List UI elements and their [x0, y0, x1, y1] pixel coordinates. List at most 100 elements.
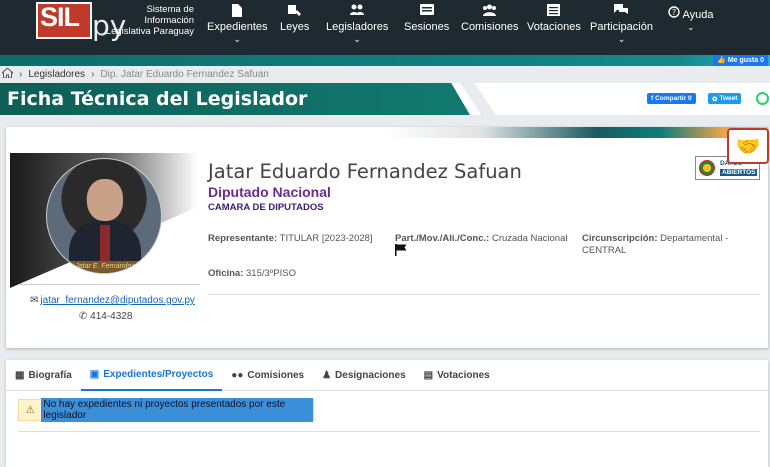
- chevron-down-icon: ⌄: [686, 22, 695, 32]
- nav-sesiones[interactable]: Sesiones: [404, 4, 449, 33]
- email-link[interactable]: ✉ jatar_fernandez@diputados.gov.py: [30, 295, 195, 306]
- nav-label: Ayuda: [682, 9, 714, 21]
- keyboard-icon: [404, 4, 449, 18]
- top-navbar: SIL py Sistema de Información Legislativ…: [0, 0, 770, 55]
- group-icon: [461, 4, 518, 18]
- facebook-share-button[interactable]: f Compartir 0: [647, 93, 696, 104]
- field-value: 315/3ºPISO: [246, 268, 296, 279]
- field-value: Cruzada Nacional: [491, 233, 568, 244]
- nav-leyes[interactable]: Leyes: [280, 4, 309, 33]
- id-badge-icon: ▦: [15, 370, 25, 381]
- book-icon: [280, 4, 309, 18]
- field-label: Representante:: [208, 233, 278, 244]
- nav-label: Sesiones: [404, 21, 450, 33]
- nameplate: Jatar E. Fernández: [59, 261, 151, 273]
- seal-icon: [699, 160, 715, 176]
- divider: [208, 294, 760, 295]
- field-value: TITULAR [2023-2028]: [279, 233, 373, 244]
- document-icon: [207, 4, 268, 18]
- twitter-icon: ✿: [712, 95, 718, 103]
- vote-icon: [527, 4, 581, 18]
- phone-icon: ✆: [79, 311, 88, 322]
- field-partido: Part./Mov./Ali./Conc.: Cruzada Nacional: [395, 233, 567, 245]
- tab-label: Biografía: [28, 370, 72, 381]
- envelope-icon: ✉: [30, 295, 39, 306]
- field-label: Part./Mov./Ali./Conc.:: [395, 233, 490, 244]
- nav-legisladores[interactable]: Legisladores ⌄: [326, 4, 388, 45]
- fb-like-label: Me gusta 0: [727, 57, 764, 64]
- handshake-icon[interactable]: 🤝: [727, 128, 769, 164]
- chevron-right-icon: ›: [91, 69, 95, 80]
- legislator-photo: Jatar E. Fernández: [46, 158, 162, 274]
- tab-expedientes-proyectos[interactable]: ▣ Expedientes/Proyectos: [80, 360, 223, 391]
- field-label: Oficina:: [208, 268, 244, 279]
- tab-label: Expedientes/Proyectos: [103, 369, 214, 380]
- divider: [18, 431, 760, 432]
- email-text[interactable]: jatar_fernandez@diputados.gov.py: [40, 295, 195, 306]
- tab-designaciones[interactable]: ♟ Designaciones: [313, 360, 415, 391]
- nav-label: Legisladores: [326, 21, 389, 33]
- file-icon: ▣: [89, 369, 100, 380]
- legislator-name: Jatar Eduardo Fernandez Safuan: [208, 160, 522, 183]
- field-label: Circunscripción:: [582, 233, 658, 244]
- card-decoration: [386, 127, 768, 138]
- svg-text:?: ?: [672, 8, 676, 17]
- question-icon: ?: [668, 6, 680, 21]
- tab-votaciones[interactable]: ▤ Votaciones: [415, 360, 499, 391]
- phone: ✆ 414-4328: [79, 311, 132, 322]
- empty-alert: ⚠ No hay expedientes ni proyectos presen…: [18, 398, 314, 422]
- tab-comisiones[interactable]: ●● Comisiones: [222, 360, 313, 391]
- tab-label: Votaciones: [437, 370, 490, 381]
- breadcrumb-legisladores[interactable]: Legisladores: [28, 69, 85, 80]
- photo-tie: [100, 225, 110, 265]
- tab-label: Designaciones: [335, 370, 406, 381]
- whatsapp-icon[interactable]: [756, 92, 769, 105]
- abiertos-label: ABIERTOS: [720, 169, 758, 176]
- chevron-right-icon: ›: [19, 69, 23, 80]
- legislator-chamber: CAMARA DE DIPUTADOS: [208, 202, 324, 213]
- field-circunscripcion: Circunscripción: Departamental - CENTRAL: [582, 233, 732, 257]
- nav-ayuda[interactable]: ? Ayuda ⌄: [668, 6, 713, 33]
- field-oficina: Oficina: 315/3ºPISO: [208, 268, 296, 280]
- legislator-role: Diputado Nacional: [208, 184, 331, 200]
- nav-comisiones[interactable]: Comisiones: [461, 4, 518, 33]
- vote-icon: ▤: [423, 370, 434, 381]
- chevron-down-icon: ⌄: [233, 34, 242, 44]
- nav-label: Comisiones: [461, 21, 519, 33]
- logo-caption: Sistema de Información Legislativa Parag…: [105, 4, 194, 37]
- logo-sil[interactable]: SIL: [40, 2, 80, 33]
- nav-label: Expedientes: [207, 21, 268, 33]
- chevron-down-icon: ⌄: [353, 34, 361, 44]
- field-representante: Representante: TITULAR [2023-2028]: [208, 233, 373, 245]
- facebook-icon: f: [651, 95, 654, 102]
- tweet-label: Tweet: [719, 95, 738, 102]
- nav-label: Participación: [590, 21, 653, 33]
- user-edit-icon: ♟: [322, 370, 332, 381]
- breadcrumb: › Legisladores › Dip. Jatar Eduardo Fern…: [0, 66, 770, 83]
- nav-votaciones[interactable]: Votaciones: [527, 4, 581, 33]
- facebook-share-label: Compartir 0: [655, 95, 692, 102]
- tab-biografia[interactable]: ▦ Biografía: [6, 360, 81, 391]
- tabs-panel: ▦ Biografía ▣ Expedientes/Proyectos ●● C…: [6, 360, 768, 467]
- breadcrumb-current: Dip. Jatar Eduardo Fernandez Safuan: [100, 69, 269, 80]
- chevron-down-icon: ⌄: [617, 34, 626, 44]
- tab-bar: ▦ Biografía ▣ Expedientes/Proyectos ●● C…: [6, 360, 768, 391]
- header-strip: [0, 55, 770, 66]
- nav-label: Votaciones: [527, 21, 581, 33]
- group-icon: ●●: [231, 370, 244, 381]
- tweet-button[interactable]: ✿ Tweet: [708, 93, 742, 104]
- page-title: Ficha Técnica del Legislador: [7, 88, 308, 110]
- warning-icon: ⚠: [25, 404, 35, 416]
- chat-icon: [590, 4, 653, 18]
- nav-expedientes[interactable]: Expedientes ⌄: [207, 4, 268, 45]
- tab-label: Comisiones: [247, 370, 305, 381]
- legislator-card: Jatar E. Fernández ✉ jatar_fernandez@dipu…: [6, 127, 768, 348]
- phone-text: 414-4328: [90, 311, 133, 322]
- home-icon[interactable]: [0, 67, 15, 81]
- divider: [20, 284, 200, 285]
- nav-participacion[interactable]: Participación ⌄: [590, 4, 653, 45]
- fb-like-button[interactable]: 👍 Me gusta 0: [713, 55, 768, 66]
- alert-message: No hay expedientes ni proyectos presenta…: [41, 398, 313, 422]
- photo-head: [87, 179, 123, 221]
- nav-label: Leyes: [280, 21, 310, 33]
